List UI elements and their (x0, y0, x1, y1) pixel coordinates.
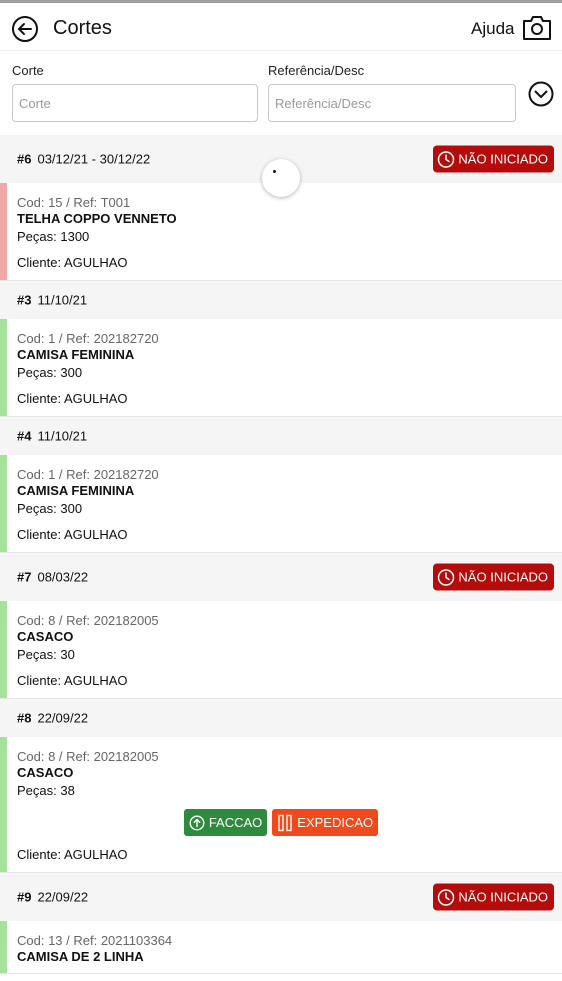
corte-label: Corte (12, 63, 44, 78)
clock-icon (438, 568, 455, 586)
back-arrow-icon[interactable] (11, 15, 39, 43)
card-date: 22/09/22 (37, 889, 89, 905)
corte-input[interactable] (12, 84, 258, 122)
camera-icon[interactable] (522, 14, 552, 42)
help-link[interactable]: Ajuda (471, 19, 514, 39)
card-header: #3 11/10/21 (0, 281, 562, 319)
card-date: 11/10/21 (37, 428, 88, 444)
card-cliente: Cliente: AGULHAO (17, 255, 128, 270)
card-title: #4 11/10/21 (17, 429, 87, 444)
referencia-label: Referência/Desc (268, 63, 365, 78)
card-cod: Cod: 1 / Ref: 202182720 (17, 331, 159, 346)
card-body: Cod: 8 / Ref: 202182005 CASACO Peças: 38… (0, 737, 562, 872)
card-body: Cod: 1 / Ref: 202182720 CAMISA FEMININA … (0, 319, 562, 416)
card-title: #3 11/10/21 (17, 293, 87, 308)
loading-spinner (262, 159, 300, 197)
card-number: #9 (17, 889, 32, 905)
card-header: #8 22/09/22 (0, 699, 562, 737)
card-date: 08/03/22 (37, 569, 89, 585)
chevron-down-icon[interactable] (528, 81, 554, 107)
card-title: #8 22/09/22 (17, 711, 88, 726)
filter-panel: Corte Referência/Desc (0, 50, 562, 135)
list-item[interactable]: #3 11/10/21 Cod: 1 / Ref: 202182720 CAMIS… (0, 281, 562, 417)
app-header: Cortes Ajuda (0, 3, 562, 50)
card-product: TELHA COPPO VENNETO (17, 211, 177, 226)
referencia-input[interactable] (268, 84, 516, 122)
card-cod: Cod: 13 / Ref: 2021103364 (17, 933, 173, 948)
card-body: Cod: 15 / Ref: T001 TELHA COPPO VENNETO … (0, 183, 562, 280)
clock-icon (438, 888, 455, 906)
clock-icon (438, 150, 455, 168)
card-number: #3 (17, 292, 32, 308)
status-label: NÃO INICIADO (458, 151, 548, 167)
list-item[interactable]: #8 22/09/22 Cod: 8 / Ref: 202182005 CASAC… (0, 699, 562, 873)
card-product: CAMISA FEMININA (17, 347, 135, 362)
card-cod: Cod: 8 / Ref: 202182005 (17, 749, 159, 764)
card-cod: Cod: 8 / Ref: 202182005 (17, 613, 159, 628)
card-product: CASACO (17, 765, 74, 780)
card-number: #7 (17, 569, 32, 585)
pause-icon (278, 814, 292, 831)
card-date: 03/12/21 - 30/12/22 (37, 151, 151, 167)
card-product: CAMISA FEMININA (17, 483, 135, 498)
card-actions: FACCAO EXPEDICAO (0, 809, 562, 836)
status-label: NÃO INICIADO (458, 569, 548, 585)
card-pecas: Peças: 300 (17, 365, 83, 380)
faccao-label: FACCAO (208, 815, 263, 830)
cortes-list: #6 03/12/21 - 30/12/22 NÃO INICIADO Cod: … (0, 135, 562, 974)
card-cliente: Cliente: AGULHAO (17, 847, 128, 862)
card-title: #9 22/09/22 (17, 890, 88, 905)
card-number: #6 (17, 151, 32, 167)
status-badge: NÃO INICIADO (433, 145, 554, 173)
status-badge: NÃO INICIADO (433, 883, 554, 911)
card-pecas: Peças: 30 (17, 647, 75, 662)
faccao-button[interactable]: FACCAO (183, 809, 268, 836)
card-header: #4 11/10/21 (0, 417, 562, 455)
card-body: Cod: 13 / Ref: 2021103364 CAMISA DE 2 LI… (0, 921, 562, 973)
card-number: #8 (17, 710, 32, 726)
arrow-up-circle-icon (189, 814, 205, 831)
page-title: Cortes (53, 17, 112, 39)
card-cod: Cod: 1 / Ref: 202182720 (17, 467, 159, 482)
card-date: 11/10/21 (37, 292, 88, 308)
status-badge: NÃO INICIADO (433, 563, 554, 591)
card-header: #7 08/03/22 NÃO INICIADO (0, 553, 562, 601)
card-product: CAMISA DE 2 LINHA (17, 949, 144, 964)
card-body: Cod: 8 / Ref: 202182005 CASACO Peças: 30… (0, 601, 562, 698)
expedicao-label: EXPEDICAO (297, 815, 374, 830)
list-item[interactable]: #6 03/12/21 - 30/12/22 NÃO INICIADO Cod: … (0, 135, 562, 281)
card-number: #4 (17, 428, 32, 444)
card-body: Cod: 1 / Ref: 202182720 CAMISA FEMININA … (0, 455, 562, 552)
list-item[interactable]: #9 22/09/22 NÃO INICIADO Cod: 13 / Ref: 2… (0, 873, 562, 974)
card-cliente: Cliente: AGULHAO (17, 527, 128, 542)
status-label: NÃO INICIADO (458, 889, 548, 905)
card-title: #6 03/12/21 - 30/12/22 (17, 152, 150, 167)
card-cod: Cod: 15 / Ref: T001 (17, 195, 131, 210)
card-pecas: Peças: 38 (17, 783, 75, 798)
list-item[interactable]: #7 08/03/22 NÃO INICIADO Cod: 8 / Ref: 20… (0, 553, 562, 699)
card-cliente: Cliente: AGULHAO (17, 673, 128, 688)
card-header: #9 22/09/22 NÃO INICIADO (0, 873, 562, 921)
card-product: CASACO (17, 629, 74, 644)
card-cliente: Cliente: AGULHAO (17, 391, 128, 406)
card-pecas: Peças: 1300 (17, 229, 90, 244)
list-item[interactable]: #4 11/10/21 Cod: 1 / Ref: 202182720 CAMIS… (0, 417, 562, 553)
card-date: 22/09/22 (37, 710, 89, 726)
card-title: #7 08/03/22 (17, 570, 88, 585)
expedicao-button[interactable]: EXPEDICAO (272, 809, 379, 836)
card-pecas: Peças: 300 (17, 501, 83, 516)
